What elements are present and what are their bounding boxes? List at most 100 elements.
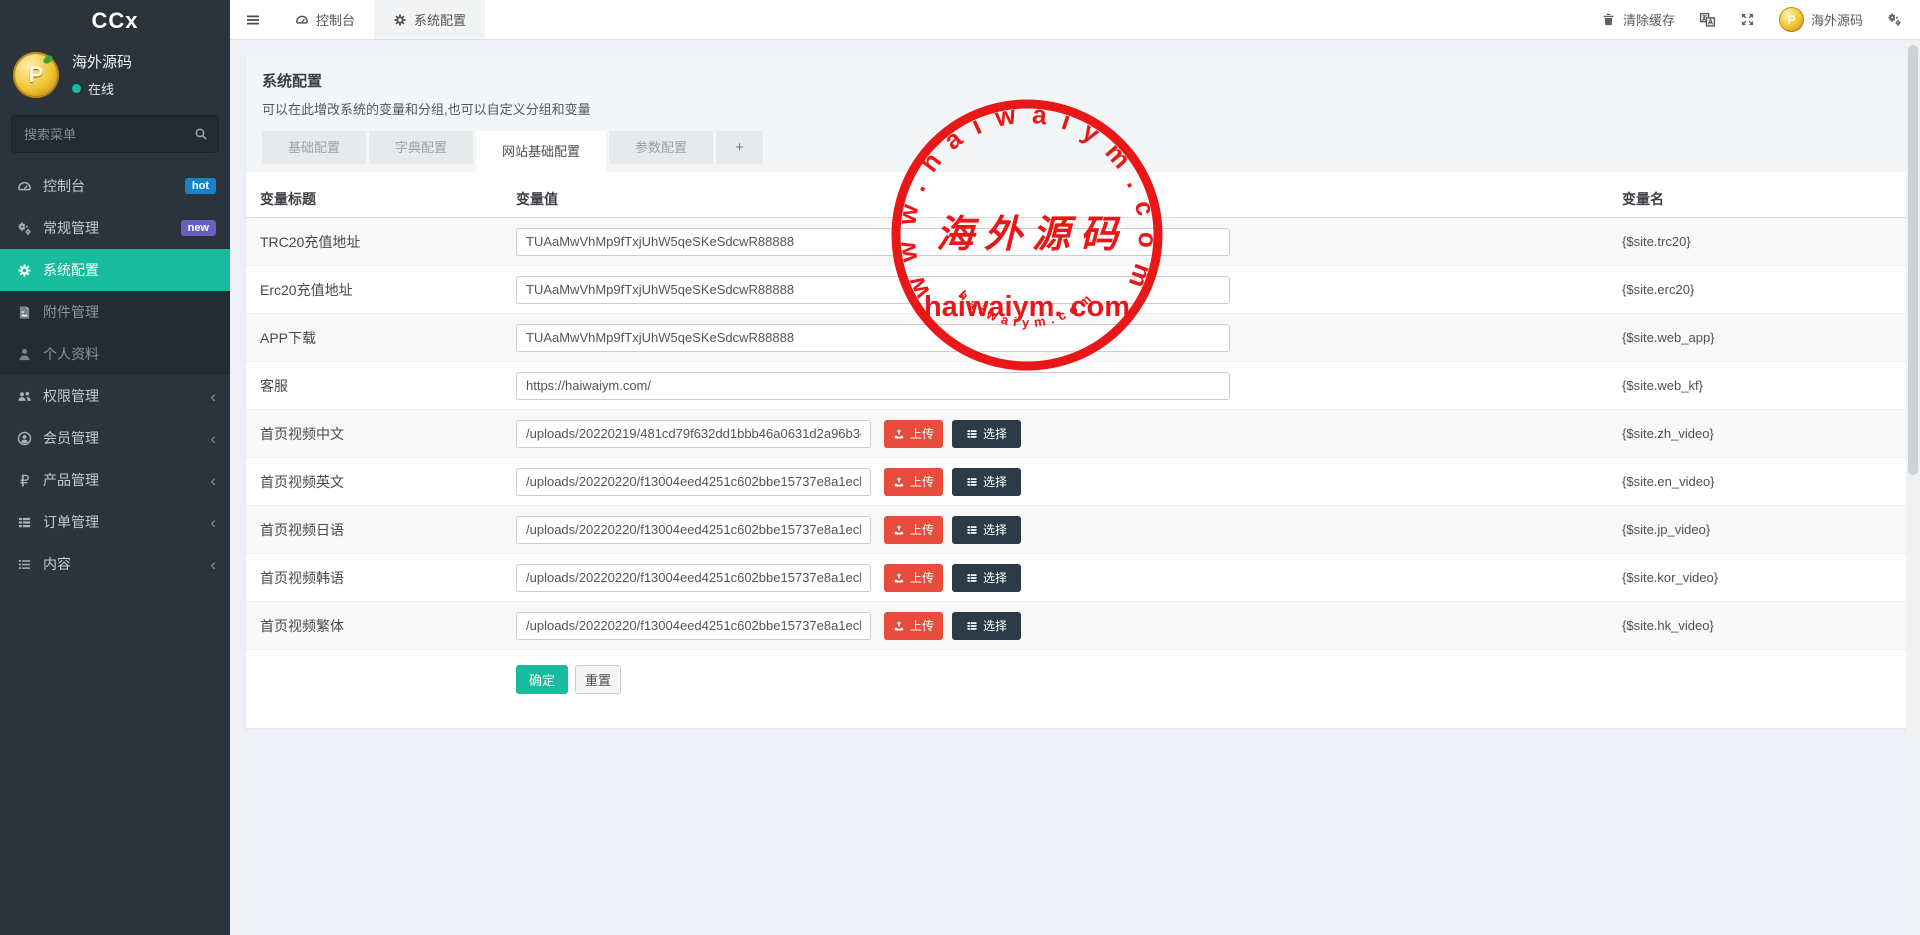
th-list-icon (17, 515, 32, 530)
row-varname: {$site.erc20} (1622, 282, 1695, 297)
choose-button[interactable]: 选择 (952, 515, 1021, 544)
upload-button[interactable]: 上传 (884, 515, 943, 544)
config-row: 首页视频日语 上传选择 {$site.jp_video} (246, 506, 1906, 554)
users-icon (17, 389, 32, 404)
config-row: Erc20充值地址 {$site.erc20} (246, 266, 1906, 314)
sidebar-item-label: 常规管理 (43, 220, 99, 236)
row-title: TRC20充值地址 (260, 233, 361, 250)
panel-body: 变量标题 变量值 变量名 TRC20充值地址 {$site.trc20} Erc20… (246, 172, 1906, 694)
scrollbar-thumb[interactable] (1908, 45, 1918, 475)
row-title: 客服 (260, 377, 288, 394)
choose-button[interactable]: 选择 (952, 419, 1021, 448)
top-navbar: 控制台 系统配置 清除缓存 P 海外源码 (230, 0, 1920, 40)
value-input[interactable] (516, 563, 871, 592)
sidebar-item-content[interactable]: 内容 ‹ (0, 543, 230, 585)
upload-icon (893, 476, 905, 488)
row-title: 首页视频中文 (260, 425, 344, 442)
user-icon (17, 347, 32, 362)
choose-button[interactable]: 选择 (952, 467, 1021, 496)
submit-button[interactable]: 确定 (516, 665, 568, 694)
value-input[interactable] (516, 227, 1230, 256)
sidebar-item-general[interactable]: 常规管理 new (0, 207, 230, 249)
gear-icon (17, 263, 32, 278)
config-row: 首页视频英文 上传选择 {$site.en_video} (246, 458, 1906, 506)
upload-button[interactable]: 上传 (884, 467, 943, 496)
add-tab-button[interactable]: + (716, 131, 763, 164)
language-button[interactable] (1699, 11, 1716, 28)
sidebar-item-profile[interactable]: 个人资料 (0, 333, 230, 375)
config-tab-params[interactable]: 参数配置 (609, 131, 714, 164)
nav-tab-system-config[interactable]: 系统配置 (374, 0, 486, 39)
user-circle-icon (17, 431, 32, 446)
nav-tab-label: 控制台 (316, 13, 356, 28)
value-input[interactable] (516, 467, 871, 496)
col-header-value: 变量值 (516, 190, 558, 207)
panel-heading: 系统配置 可以在此增改系统的变量和分组,也可以自定义分组和变量 基础配置 字典配置… (246, 56, 1906, 172)
table-rows: TRC20充值地址 {$site.trc20} Erc20充值地址 {$site.er… (246, 218, 1906, 650)
sidebar-item-label: 系统配置 (43, 262, 99, 278)
clear-cache-button[interactable]: 清除缓存 (1601, 10, 1675, 29)
avatar[interactable]: P (13, 51, 59, 98)
list-icon (966, 524, 978, 536)
search-icon (194, 127, 208, 141)
row-title: APP下载 (260, 329, 317, 346)
sidebar-item-auth[interactable]: 权限管理 ‹ (0, 375, 230, 417)
sidebar-item-label: 会员管理 (43, 430, 99, 446)
reset-button[interactable]: 重置 (575, 665, 621, 694)
upload-button[interactable]: 上传 (884, 563, 943, 592)
sidebar-item-system-config[interactable]: 系统配置 (0, 249, 230, 291)
row-varname: {$site.web_kf} (1622, 378, 1703, 393)
sidebar-item-member[interactable]: 会员管理 ‹ (0, 417, 230, 459)
sidebar-item-label: 权限管理 (43, 388, 99, 404)
value-input[interactable] (516, 419, 871, 448)
upload-button[interactable]: 上传 (884, 419, 943, 448)
choose-button[interactable]: 选择 (952, 611, 1021, 640)
sidebar-item-label: 订单管理 (43, 514, 99, 530)
sidebar: CCx P 海外源码 在线 控制台 hot 常规管理 new 系统配置附件管理个人资料权… (0, 0, 230, 935)
trash-icon (1601, 12, 1616, 27)
sidebar-item-attachment[interactable]: 附件管理 (0, 291, 230, 333)
upload-button[interactable]: 上传 (884, 611, 943, 640)
config-tab-website[interactable]: 网站基础配置 (476, 131, 607, 172)
page-title: 系统配置 (262, 73, 323, 90)
sidebar-menu: 控制台 hot 常规管理 new 系统配置 附件管理 个人资料 权限管理 ‹ 会员管理 ‹ 产品管理 ‹… (0, 165, 230, 585)
user-name: 海外源码 (72, 54, 133, 71)
chevron-left-icon: ‹ (210, 512, 216, 532)
value-input[interactable] (516, 275, 1230, 304)
fullscreen-button[interactable] (1740, 12, 1755, 27)
user-menu[interactable]: P 海外源码 (1778, 7, 1863, 32)
form-footer: 确定 重置 (246, 650, 1906, 694)
sidebar-item-label: 控制台 (43, 178, 85, 194)
sidebar-item-order[interactable]: 订单管理 ‹ (0, 501, 230, 543)
nav-tab-dashboard[interactable]: 控制台 (276, 0, 374, 39)
row-varname: {$site.jp_video} (1622, 522, 1711, 537)
choose-button[interactable]: 选择 (952, 563, 1021, 592)
expand-icon (1740, 12, 1755, 27)
settings-button[interactable] (1887, 12, 1902, 27)
sidebar-item-dashboard[interactable]: 控制台 hot (0, 165, 230, 207)
list-icon (966, 572, 978, 584)
scrollbar[interactable] (1906, 40, 1920, 935)
config-tab-basic[interactable]: 基础配置 (262, 131, 367, 164)
sidebar-toggle-button[interactable] (230, 0, 276, 39)
page-subtitle: 可以在此增改系统的变量和分组,也可以自定义分组和变量 (262, 102, 591, 117)
brand-logo: CCx (91, 8, 139, 33)
navbar-username: 海外源码 (1810, 13, 1863, 28)
config-tab-dict[interactable]: 字典配置 (369, 131, 474, 164)
row-varname: {$site.en_video} (1622, 474, 1715, 489)
sidebar-item-label: 附件管理 (43, 304, 99, 320)
file-image-icon (17, 305, 32, 320)
value-input[interactable] (516, 515, 871, 544)
badge-hot: hot (184, 178, 216, 194)
list-icon (966, 620, 978, 632)
row-title: 首页视频英文 (260, 473, 344, 490)
search-input[interactable] (11, 115, 219, 153)
row-varname: {$site.hk_video} (1622, 618, 1714, 633)
value-input[interactable] (516, 371, 1230, 400)
value-input[interactable] (516, 611, 871, 640)
value-input[interactable] (516, 323, 1230, 352)
upload-icon (893, 572, 905, 584)
chevron-left-icon: ‹ (210, 386, 216, 406)
sidebar-item-product[interactable]: 产品管理 ‹ (0, 459, 230, 501)
badge-new: new (180, 220, 216, 236)
